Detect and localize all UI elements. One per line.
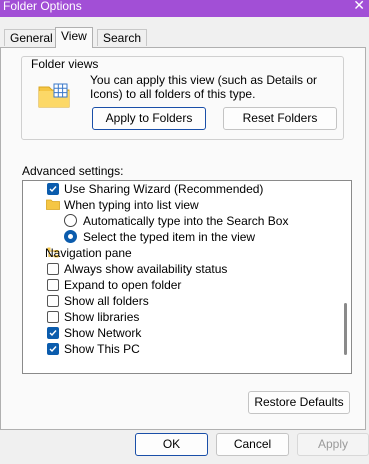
cancel-button[interactable]: Cancel bbox=[216, 433, 289, 456]
checkbox-show-all-folders[interactable] bbox=[47, 295, 59, 307]
folder-icon bbox=[46, 199, 60, 210]
window-title: Folder Options bbox=[3, 0, 82, 13]
list-item-label: Navigation pane bbox=[45, 246, 132, 260]
list-item-label: When typing into list view bbox=[64, 198, 199, 212]
list-item-label: Always show availability status bbox=[64, 262, 228, 276]
tab-general[interactable]: General bbox=[4, 29, 59, 46]
list-item-label: Show Network bbox=[64, 326, 142, 340]
folder-views-description: You can apply this view (such as Details… bbox=[90, 73, 318, 101]
checkbox-show-network[interactable] bbox=[47, 327, 59, 339]
title-bar: Folder Options ✕ bbox=[0, 0, 369, 17]
list-item-label: Select the typed item in the view bbox=[83, 230, 256, 244]
tab-strip: General View Search bbox=[0, 27, 369, 48]
checkbox-show-libraries[interactable] bbox=[47, 311, 59, 323]
folder-views-legend: Folder views bbox=[28, 57, 102, 71]
vertical-scrollbar[interactable] bbox=[342, 182, 350, 372]
checkbox-availability-status[interactable] bbox=[47, 263, 59, 275]
checkbox-show-this-pc[interactable] bbox=[47, 343, 59, 355]
list-item-label: Automatically type into the Search Box bbox=[83, 214, 289, 228]
ok-button[interactable]: OK bbox=[135, 433, 208, 456]
scrollbar-thumb[interactable] bbox=[344, 303, 347, 355]
folder-grid-icon bbox=[38, 83, 70, 108]
checkbox-sharing-wizard[interactable] bbox=[47, 183, 59, 195]
radio-select-typed-item[interactable] bbox=[64, 230, 77, 243]
list-item-label: Show libraries bbox=[64, 310, 140, 324]
reset-folders-button[interactable]: Reset Folders bbox=[223, 107, 337, 130]
list-item-label: Expand to open folder bbox=[64, 278, 182, 292]
advanced-settings-label: Advanced settings: bbox=[22, 164, 124, 178]
radio-auto-search-box[interactable] bbox=[64, 214, 77, 227]
checkbox-expand-to-open-folder[interactable] bbox=[47, 279, 59, 291]
apply-to-folders-button[interactable]: Apply to Folders bbox=[92, 107, 206, 130]
apply-button[interactable]: Apply bbox=[297, 433, 369, 456]
tab-search[interactable]: Search bbox=[97, 29, 148, 46]
tab-view[interactable]: View bbox=[55, 27, 93, 48]
restore-defaults-button[interactable]: Restore Defaults bbox=[248, 391, 350, 414]
advanced-settings-list[interactable]: Use Sharing Wizard (Recommended) When ty… bbox=[22, 180, 352, 374]
close-icon[interactable]: ✕ bbox=[353, 0, 365, 13]
list-item-label: Use Sharing Wizard (Recommended) bbox=[64, 182, 264, 196]
list-item-label: Show This PC bbox=[64, 342, 140, 356]
list-item-label: Show all folders bbox=[64, 294, 149, 308]
